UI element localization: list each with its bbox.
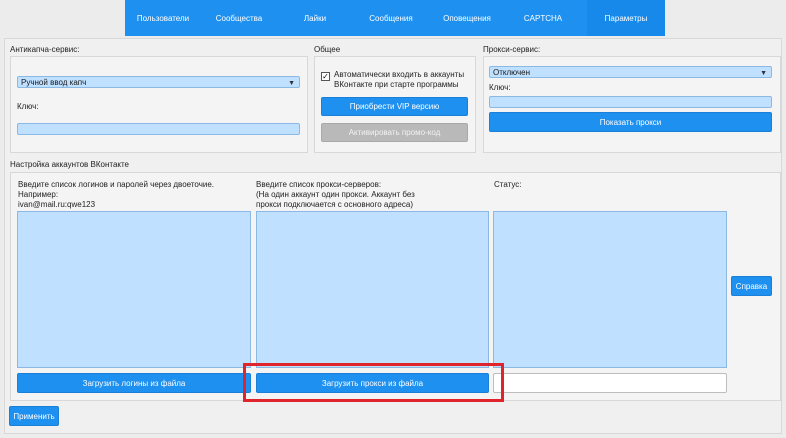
- tab-users[interactable]: Пользователи: [125, 0, 201, 36]
- tab-settings[interactable]: Параметры: [587, 0, 665, 36]
- tab-notifications[interactable]: Оповещения: [429, 0, 505, 36]
- autologin-label: Автоматически входить в аккаунты ВКонтак…: [334, 70, 465, 89]
- proxy-key-input[interactable]: [489, 96, 772, 108]
- load-logins-button[interactable]: Загрузить логины из файла: [17, 373, 251, 393]
- chevron-down-icon: ▼: [760, 70, 767, 77]
- anticaptcha-key-label: Ключ:: [17, 102, 39, 111]
- proxies-textarea[interactable]: [256, 211, 489, 368]
- proxy-service-select[interactable]: Отключен ▼: [489, 66, 772, 78]
- top-nav: Пользователи Сообщества Лайки Сообщения …: [125, 0, 665, 36]
- show-proxies-button[interactable]: Показать прокси: [489, 112, 772, 132]
- tab-communities[interactable]: Сообщества: [201, 0, 277, 36]
- proxy-service-value: Отключен: [493, 67, 531, 77]
- general-title: Общее: [314, 45, 341, 54]
- activate-promo-button[interactable]: Активировать промо-код: [321, 123, 468, 142]
- anticaptcha-key-input[interactable]: [17, 123, 300, 135]
- anticaptcha-service-select[interactable]: Ручной ввод капч ▼: [17, 76, 300, 88]
- logins-label: Введите список логинов и паролей через д…: [18, 180, 214, 209]
- proxy-key-label: Ключ:: [489, 83, 511, 92]
- anticaptcha-group: [10, 56, 308, 153]
- buy-vip-button[interactable]: Приобрести VIP версию: [321, 97, 468, 116]
- highlight-box: [243, 363, 504, 402]
- status-output-field: [493, 373, 727, 393]
- apply-button[interactable]: Применить: [9, 406, 59, 426]
- tab-likes[interactable]: Лайки: [277, 0, 353, 36]
- chevron-down-icon: ▼: [288, 80, 295, 87]
- tab-captcha[interactable]: CAPTCHA: [505, 0, 581, 36]
- accounts-title: Настройка аккаунтов ВКонтакте: [10, 160, 130, 169]
- help-button[interactable]: Справка: [731, 276, 772, 296]
- anticaptcha-title: Антикапча-сервис:: [10, 45, 80, 54]
- proxies-label: Введите список прокси-серверов: (На один…: [256, 180, 415, 209]
- autologin-checkbox[interactable]: ✓: [321, 72, 330, 81]
- tab-messages[interactable]: Сообщения: [353, 0, 429, 36]
- status-label: Статус:: [494, 180, 522, 189]
- anticaptcha-service-value: Ручной ввод капч: [21, 77, 87, 87]
- status-textarea[interactable]: [493, 211, 727, 368]
- proxy-service-title: Прокси-сервис:: [483, 45, 541, 54]
- logins-textarea[interactable]: [17, 211, 251, 368]
